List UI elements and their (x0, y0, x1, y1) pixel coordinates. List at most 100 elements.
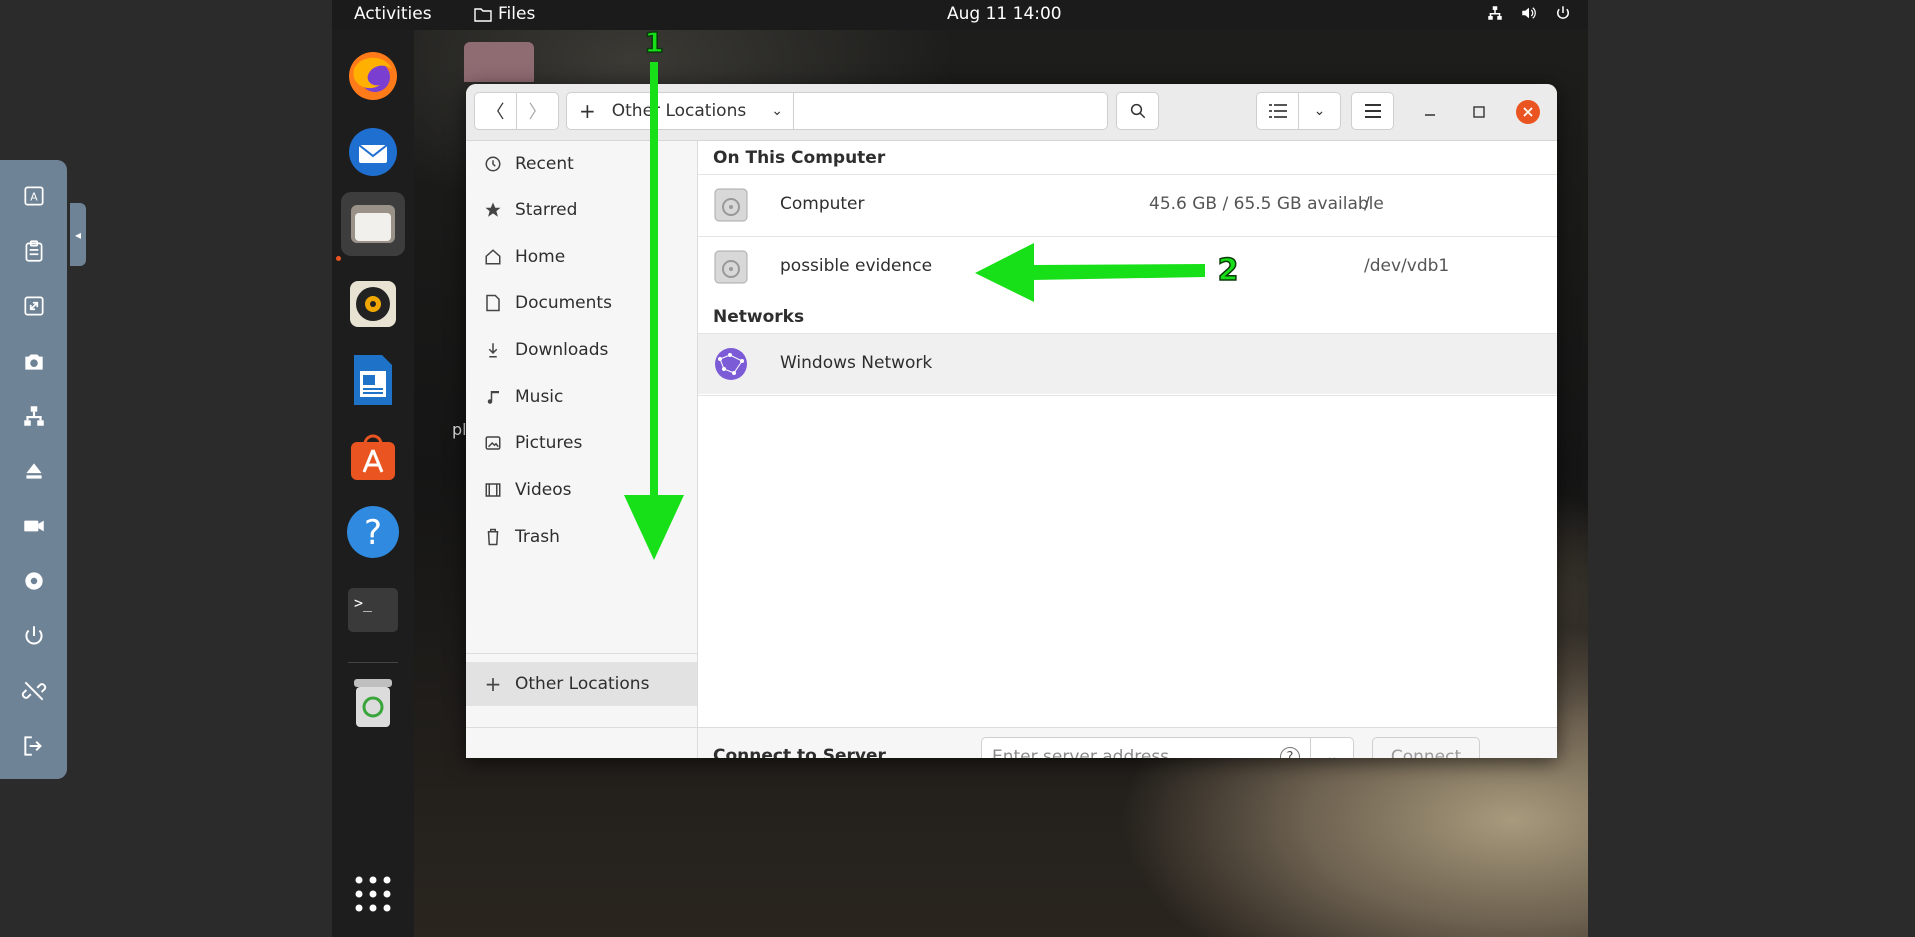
sidebar-item-recent[interactable]: Recent (466, 142, 697, 186)
sidebar-item-home[interactable]: Home (466, 235, 697, 279)
network-globe-icon (715, 348, 747, 380)
maximize-button[interactable] (1467, 100, 1491, 124)
show-apps-icon[interactable] (341, 862, 405, 926)
help-icon[interactable]: ? (1280, 747, 1300, 758)
download-icon (483, 340, 503, 360)
chevron-left-icon: 〈 (486, 102, 505, 123)
plus-icon: + (484, 672, 502, 696)
maximize-icon (1473, 106, 1485, 118)
svg-text:A: A (30, 190, 38, 203)
terminal-icon[interactable]: >_ (341, 578, 405, 642)
sidebar-item-pictures[interactable]: Pictures (466, 421, 697, 465)
path-segment-label: Other Locations (611, 101, 747, 121)
sidebar-item-videos[interactable]: Videos (466, 468, 697, 512)
sidebar-item-label: Other Locations (515, 674, 650, 694)
connect-button[interactable]: Connect (1372, 737, 1480, 758)
network-icon[interactable] (12, 394, 56, 438)
sidebar-item-label: Videos (515, 480, 572, 500)
search-icon (1130, 103, 1145, 119)
disconnect-icon[interactable] (12, 669, 56, 713)
desktop-folder-icon[interactable] (464, 42, 534, 82)
activities-button[interactable]: Activities (354, 4, 432, 24)
location-name: possible evidence (780, 256, 933, 276)
app-menu[interactable]: Files (474, 4, 535, 24)
settings-gear-icon[interactable] (12, 559, 56, 603)
star-icon (483, 200, 503, 220)
toolbar-collapse-handle[interactable]: ◂ (70, 203, 86, 266)
running-indicator (336, 256, 341, 261)
forward-button[interactable]: 〉 (516, 92, 559, 130)
power-icon[interactable] (12, 614, 56, 658)
sidebar-item-label: Home (515, 247, 566, 267)
search-button[interactable] (1116, 92, 1159, 130)
sidebar-item-label: Trash (515, 527, 560, 547)
sidebar-item-documents[interactable]: Documents (466, 281, 697, 325)
app-center-icon[interactable] (341, 425, 405, 489)
system-tray[interactable] (1486, 4, 1572, 22)
back-button[interactable]: 〈 (474, 92, 517, 130)
path-segment-other-locations[interactable]: + Other Locations ⌄ (567, 93, 794, 129)
connect-to-server-label: Connect to Server (713, 746, 886, 758)
list-view-icon (1268, 104, 1287, 118)
writer-icon[interactable] (341, 348, 405, 412)
sidebar-item-label: Recent (515, 154, 574, 174)
sidebar-item-trash[interactable]: Trash (466, 515, 697, 559)
sidebar-item-label: Documents (515, 293, 612, 313)
picture-icon (483, 433, 503, 453)
eject-icon[interactable] (12, 449, 56, 493)
thunderbird-icon[interactable] (341, 120, 405, 184)
main-menu-button[interactable] (1351, 92, 1394, 130)
location-row-windows-network[interactable]: Windows Network (698, 334, 1557, 394)
sidebar-item-label: Pictures (515, 433, 583, 453)
server-address-input[interactable]: Enter server address... ? (981, 737, 1311, 758)
row-divider (698, 395, 1557, 396)
connect-to-server-bar: Connect to Server Enter server address..… (698, 728, 1557, 758)
minimize-button[interactable] (1418, 100, 1442, 124)
sidebar-item-starred[interactable]: Starred (466, 188, 697, 232)
section-heading-on-this-computer: On This Computer (713, 148, 886, 168)
power-menu-icon (1557, 6, 1569, 19)
sidebar-item-label: Starred (515, 200, 578, 220)
logout-icon[interactable] (12, 724, 56, 768)
keyboard-icon[interactable]: A (12, 174, 56, 218)
close-button[interactable] (1516, 100, 1540, 124)
location-name: Windows Network (780, 353, 933, 373)
fullscreen-icon[interactable] (12, 284, 56, 328)
view-options-button[interactable]: ⌄ (1298, 92, 1341, 130)
header-bar: 〈 〉 + Other Locations ⌄ ⌄ (466, 84, 1557, 141)
trash-dock-icon[interactable] (341, 670, 405, 734)
location-mount: / (1364, 194, 1370, 214)
sidebar-item-downloads[interactable]: Downloads (466, 328, 697, 372)
camera-icon[interactable] (12, 339, 56, 383)
video-icon (483, 480, 503, 500)
volume-icon (1522, 7, 1536, 19)
location-row-computer[interactable]: Computer 45.6 GB / 65.5 GB available / (698, 175, 1557, 235)
music-icon (483, 387, 503, 407)
view-list-button[interactable] (1256, 92, 1299, 130)
clipboard-icon[interactable] (12, 229, 56, 273)
top-bar: Activities Files Aug 11 14:00 (332, 0, 1588, 30)
files-icon[interactable] (341, 192, 405, 256)
sidebar-separator (466, 653, 697, 654)
dock: ? >_ (332, 30, 414, 937)
help-icon[interactable]: ? (341, 500, 405, 564)
sidebar-item-other-locations[interactable]: + Other Locations (466, 662, 697, 706)
trash-icon (483, 527, 503, 547)
chevron-right-icon: 〉 (528, 102, 547, 123)
sidebar-item-label: Downloads (515, 340, 609, 360)
network-wired-icon (1488, 6, 1502, 20)
rhythmbox-icon[interactable] (341, 272, 405, 336)
files-window: 〈 〉 + Other Locations ⌄ ⌄ Recent Starred… (466, 84, 1557, 758)
recent-servers-dropdown[interactable]: ⌄ (1310, 737, 1354, 758)
chevron-down-icon: ⌄ (1326, 749, 1338, 758)
svg-text:?: ? (364, 513, 382, 553)
firefox-icon[interactable] (341, 44, 405, 108)
sidebar-item-music[interactable]: Music (466, 375, 697, 419)
path-bar[interactable]: + Other Locations ⌄ (566, 92, 1108, 130)
video-camera-icon[interactable] (12, 504, 56, 548)
clock[interactable]: Aug 11 14:00 (947, 4, 1062, 24)
location-row-possible-evidence[interactable]: possible evidence /dev/vdb1 (698, 237, 1557, 297)
sidebar-item-label: Music (515, 387, 564, 407)
app-menu-label: Files (498, 4, 536, 24)
dock-separator (348, 662, 398, 663)
